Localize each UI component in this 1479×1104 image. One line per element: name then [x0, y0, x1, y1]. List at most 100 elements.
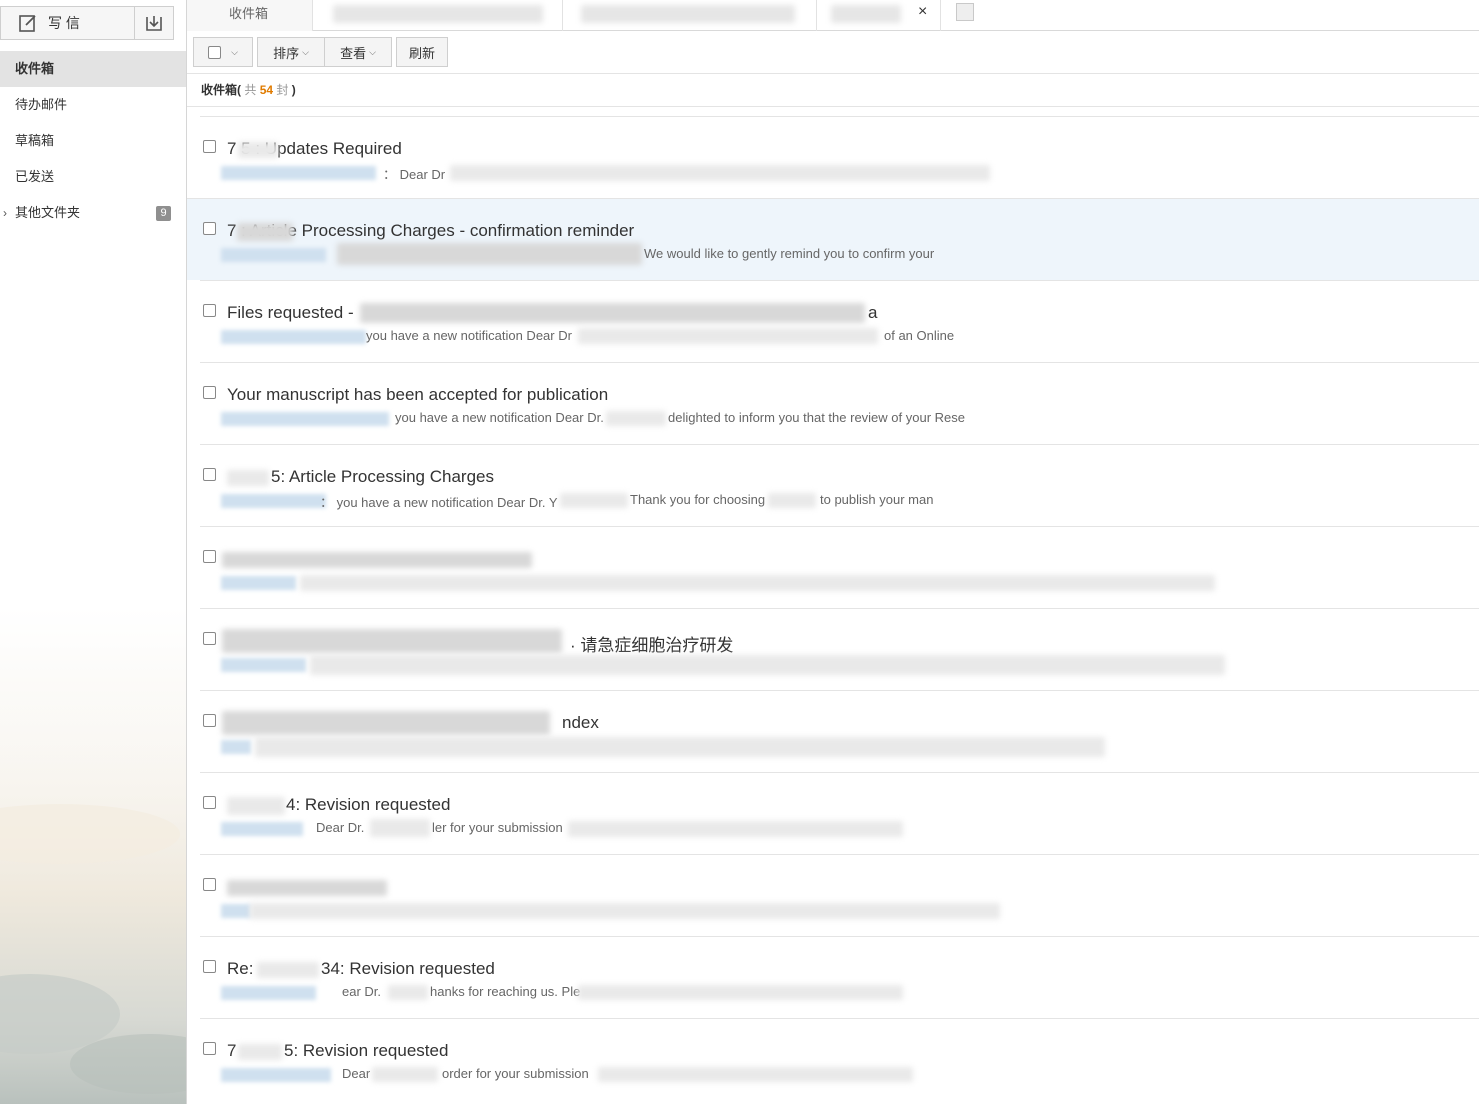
- mail-subject: Files requested -: [227, 303, 354, 322]
- mail-checkbox[interactable]: [203, 960, 216, 973]
- mail-checkbox[interactable]: [203, 878, 216, 891]
- mail-subject: 5: Article Processing Charges: [271, 467, 494, 486]
- mail-sender: [221, 986, 316, 1000]
- chevron-down-icon: ⌵: [302, 46, 309, 57]
- chevron-right-icon[interactable]: ›: [3, 195, 7, 231]
- chevron-down-icon: ⌵: [369, 46, 376, 57]
- compose-button[interactable]: 写 信: [1, 7, 135, 39]
- mail-checkbox[interactable]: [203, 714, 216, 727]
- mail-subject: · 请急症细胞治疗研发: [570, 636, 734, 655]
- mail-sender: [221, 904, 251, 918]
- mail-checkbox[interactable]: [203, 468, 216, 481]
- refresh-button[interactable]: 刷新: [396, 37, 448, 67]
- redacted-text: [227, 797, 285, 815]
- import-button[interactable]: [135, 7, 173, 39]
- mail-subject: Your manuscript has been accepted for pu…: [227, 385, 609, 404]
- redacted-text: [310, 655, 1225, 675]
- sidebar: 写 信 收件箱 待办邮件 草稿箱 已发送 › 其他文件夹 9: [0, 0, 187, 1104]
- tab-window-icon[interactable]: [956, 3, 974, 21]
- mail-preview: We would like to gently remind you to co…: [644, 246, 935, 261]
- select-all-dropdown[interactable]: ⌵: [193, 37, 253, 67]
- mail-checkbox[interactable]: [203, 632, 216, 645]
- mail-row[interactable]: Your manuscript has been accepted for pu…: [200, 362, 1479, 444]
- redacted-text: [568, 821, 903, 837]
- mail-subject: Re:: [227, 959, 254, 978]
- mail-preview-tail: to publish your man: [820, 492, 934, 507]
- sort-button[interactable]: 排序 ⌵: [257, 37, 324, 67]
- folder-label: 收件箱: [15, 61, 55, 76]
- redacted-text: [222, 552, 532, 568]
- folder-sent[interactable]: 已发送: [0, 159, 186, 195]
- redacted-text: [578, 985, 903, 1000]
- mail-row[interactable]: Files requested - a you have a new notif…: [200, 280, 1479, 362]
- redacted-text: [237, 223, 293, 241]
- mail-row[interactable]: · 请急症细胞治疗研发: [200, 608, 1479, 690]
- mail-preview-tail: ler for your submission: [432, 820, 563, 835]
- mail-preview: ： you have a new notification Dear Dr. Y: [320, 495, 558, 510]
- mail-row[interactable]: Re: 34: Revision requested ear Dr. hanks…: [200, 936, 1479, 1018]
- view-button[interactable]: 查看 ⌵: [324, 37, 392, 67]
- redacted-text: [222, 711, 550, 735]
- redacted-text: [257, 962, 319, 978]
- mail-preview: you have a new notification Dear Dr.: [395, 410, 604, 425]
- sort-label: 排序: [273, 45, 300, 61]
- tab-inbox[interactable]: 收件箱: [187, 0, 313, 31]
- close-tab-icon[interactable]: ×: [918, 3, 927, 21]
- mail-row[interactable]: 7 : Article Processing Charges - confirm…: [187, 198, 1479, 280]
- tab-bar: 收件箱 ×: [187, 0, 1479, 31]
- redacted-text: [337, 243, 642, 265]
- mail-row[interactable]: 4: Revision requested Dear Dr. ler for y…: [200, 772, 1479, 854]
- mail-preview: ear Dr.: [342, 984, 382, 999]
- mail-subject-tail: a: [868, 303, 878, 322]
- total-prefix: 共: [244, 83, 257, 97]
- mail-subject: 7: [227, 1041, 237, 1060]
- redacted-text: [227, 880, 387, 896]
- redacted-text: [581, 5, 795, 23]
- mail-sender: [221, 740, 251, 754]
- paren: ): [291, 83, 296, 97]
- folder-label: 其他文件夹: [15, 205, 81, 220]
- mail-preview-tail: order for your submission: [442, 1066, 589, 1081]
- tab-mail-2[interactable]: [563, 0, 817, 31]
- redacted-text: [238, 1044, 282, 1060]
- mail-row[interactable]: 5: Article Processing Charges ： you have…: [200, 444, 1479, 526]
- mail-row[interactable]: [200, 854, 1479, 936]
- folder-drafts[interactable]: 草稿箱: [0, 123, 186, 159]
- compose-icon: [19, 15, 36, 32]
- mail-row[interactable]: 7 5 : Updates Required ： Dear Dr: [200, 116, 1479, 198]
- download-icon: [146, 16, 162, 31]
- mail-checkbox[interactable]: [203, 140, 216, 153]
- redacted-text: [598, 1067, 913, 1082]
- redacted-text: [578, 328, 878, 344]
- folder-todo[interactable]: 待办邮件: [0, 87, 186, 123]
- mail-checkbox[interactable]: [203, 386, 216, 399]
- redacted-text: [333, 5, 543, 23]
- mail-checkbox[interactable]: [203, 304, 216, 317]
- mail-subject-tail: 5: Revision requested: [284, 1041, 449, 1060]
- select-all-checkbox[interactable]: [208, 45, 222, 59]
- mail-row[interactable]: ndex: [200, 690, 1479, 772]
- main-panel: 收件箱 × ⌵ 排序 ⌵ 查看 ⌵ 刷新 收件箱( 共 54 封) 7 5:…: [187, 0, 1479, 1104]
- folder-title: 收件箱: [201, 83, 238, 97]
- redacted-text: [388, 985, 428, 1000]
- mail-checkbox[interactable]: [203, 550, 216, 563]
- folder-other[interactable]: › 其他文件夹 9: [0, 195, 186, 231]
- mail-preview-tail: delighted to inform you that the review …: [668, 410, 965, 425]
- redacted-text: [238, 142, 278, 158]
- mail-row[interactable]: [200, 526, 1479, 608]
- mail-checkbox[interactable]: [203, 222, 216, 235]
- mail-preview-tail: hanks for reaching us. Ple: [430, 984, 581, 999]
- folder-label: 待办邮件: [15, 97, 68, 112]
- chevron-down-icon: ⌵: [231, 46, 238, 57]
- mail-preview: Dear Dr.: [316, 820, 365, 835]
- mail-checkbox[interactable]: [203, 1042, 216, 1055]
- mail-row[interactable]: 7 5: Revision requested Dear order for y…: [200, 1018, 1479, 1100]
- mail-checkbox[interactable]: [203, 796, 216, 809]
- folder-inbox[interactable]: 收件箱: [0, 51, 186, 87]
- compose-label: 写 信: [48, 15, 80, 31]
- mail-sender: [221, 330, 366, 344]
- refresh-label: 刷新: [408, 45, 435, 61]
- redacted-text: [606, 411, 666, 426]
- mail-subject-tail: 34: Revision requested: [321, 959, 495, 978]
- tab-mail-1[interactable]: [313, 0, 563, 31]
